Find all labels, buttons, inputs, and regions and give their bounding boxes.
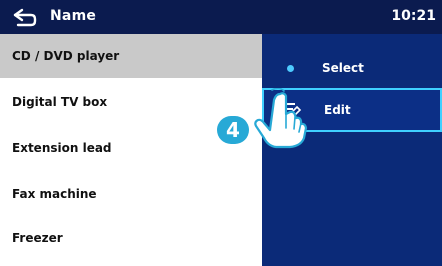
menu-item-label: Select — [322, 61, 364, 75]
context-menu: Select Edit — [262, 34, 442, 266]
header-bar: Name 10:21 — [0, 0, 442, 34]
list-item-fax-machine[interactable]: Fax machine — [0, 172, 262, 216]
clock-time: 10:21 — [391, 8, 436, 24]
step-number-badge: 4 — [217, 116, 249, 144]
item-list: CD / DVD player Digital TV box Extension… — [0, 34, 262, 266]
list-item-freezer[interactable]: Freezer — [0, 216, 262, 260]
screen: Name 10:21 CD / DVD player Digital TV bo… — [0, 0, 442, 266]
list-item-cd-dvd-player[interactable]: CD / DVD player — [0, 34, 262, 78]
list-item-label: Digital TV box — [12, 95, 108, 109]
header-title: Name — [50, 8, 97, 24]
list-item-label: CD / DVD player — [12, 49, 120, 63]
menu-item-select[interactable]: Select — [262, 46, 442, 90]
list-item-label: Freezer — [12, 231, 63, 245]
list-item-label: Fax machine — [12, 187, 97, 201]
back-arrow-icon[interactable] — [12, 6, 38, 28]
list-item-label: Extension lead — [12, 141, 112, 155]
dot-icon — [287, 64, 294, 72]
hand-pointer-icon — [254, 88, 308, 149]
menu-item-label: Edit — [324, 103, 351, 117]
